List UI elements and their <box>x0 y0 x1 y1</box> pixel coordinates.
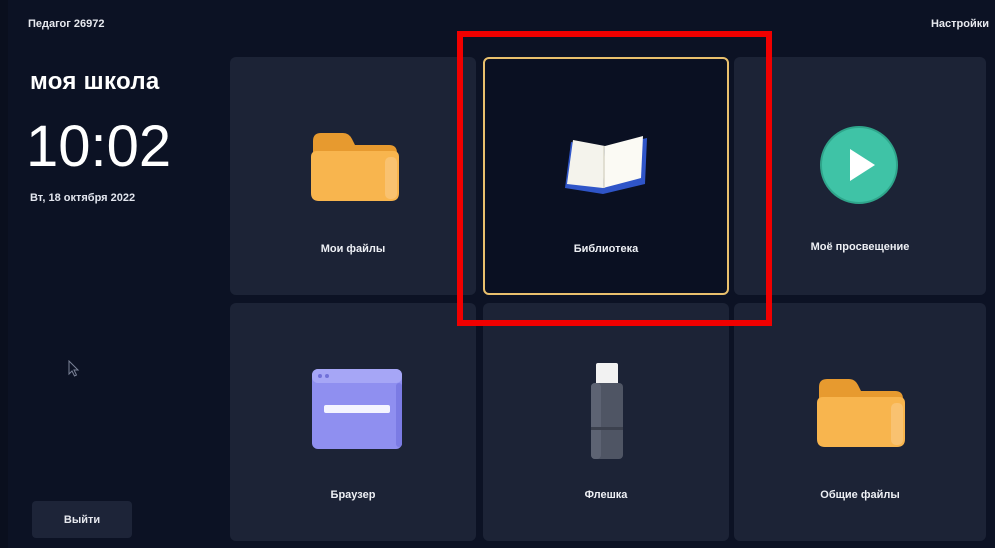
tile-my-prosveshchenie[interactable]: Моё просвещение <box>734 57 986 295</box>
clock-date: Вт, 18 октября 2022 <box>30 192 136 204</box>
tile-usb-drive[interactable]: Флешка <box>483 303 729 541</box>
school-name: моя школа <box>30 68 160 95</box>
folder-icon <box>311 133 399 201</box>
tile-label: Флешка <box>584 489 628 501</box>
folder-icon <box>817 379 905 447</box>
desktop-screen: Педагог 26972 Настройки моя школа 10:02 … <box>0 0 995 548</box>
tile-my-files[interactable]: Мои файлы <box>230 57 476 295</box>
tile-label: Библиотека <box>573 243 639 255</box>
user-name: Педагог 26972 <box>28 18 105 30</box>
tile-label: Браузер <box>330 489 376 501</box>
tile-library[interactable]: Библиотека <box>483 57 729 295</box>
tile-browser[interactable]: Браузер <box>230 303 476 541</box>
clock-time: 10:02 <box>26 114 172 179</box>
logout-button[interactable]: Выйти <box>32 501 132 538</box>
browser-window-icon <box>312 369 402 449</box>
tile-label: Мои файлы <box>320 243 386 255</box>
usb-drive-icon <box>591 363 623 459</box>
tile-shared-files[interactable]: Общие файлы <box>734 303 986 541</box>
settings-button[interactable]: Настройки <box>931 18 989 30</box>
tile-label: Моё просвещение <box>810 241 910 253</box>
mouse-cursor-icon <box>68 360 80 377</box>
book-icon <box>565 136 647 194</box>
play-icon <box>820 126 898 204</box>
tile-label: Общие файлы <box>820 489 900 501</box>
